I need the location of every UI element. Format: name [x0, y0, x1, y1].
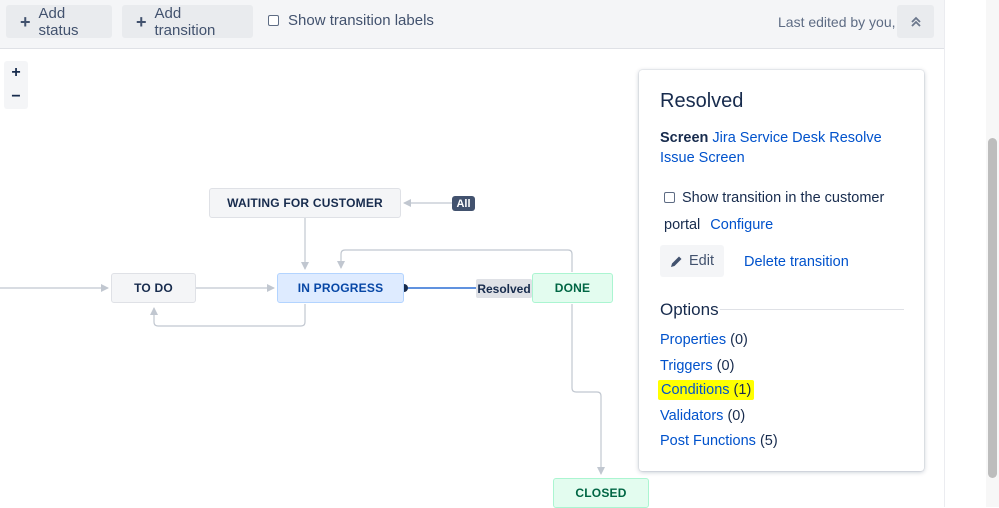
show-in-portal-label: Show transition in the customer portal	[664, 190, 885, 233]
option-count: (0)	[730, 332, 748, 348]
edit-button[interactable]: Edit	[660, 245, 724, 277]
options-heading: Options	[660, 300, 719, 319]
option-label: Conditions	[661, 382, 730, 398]
status-in-progress[interactable]: IN PROGRESS	[277, 273, 404, 303]
show-in-portal-checkbox[interactable]	[664, 192, 675, 203]
status-done[interactable]: DONE	[532, 273, 613, 303]
edit-label: Edit	[689, 253, 714, 269]
status-waiting-for-customer[interactable]: WAITING FOR CUSTOMER	[209, 188, 401, 218]
customer-portal-option: Show transition in the customer portal Co…	[664, 185, 909, 239]
option-conditions[interactable]: Conditions (1)	[658, 380, 755, 400]
inprogress-to-todo-line[interactable]	[150, 304, 306, 327]
done-to-inprogress-line[interactable]	[337, 249, 573, 272]
global-transition-badge[interactable]: All	[452, 196, 475, 211]
configure-link[interactable]: Configure	[710, 217, 773, 233]
option-label: Triggers	[660, 358, 713, 374]
option-post-functions[interactable]: Post Functions (5)	[660, 433, 778, 449]
option-label: Post Functions	[660, 433, 756, 449]
option-properties[interactable]: Properties (0)	[660, 332, 748, 348]
transition-label-resolved[interactable]: Resolved	[476, 279, 532, 298]
option-label: Validators	[660, 408, 724, 424]
options-divider	[720, 309, 904, 310]
option-count: (0)	[716, 358, 735, 374]
delete-transition-link[interactable]: Delete transition	[744, 254, 849, 270]
done-to-closed-line[interactable]	[571, 304, 605, 475]
screen-label: Screen	[660, 130, 709, 146]
option-triggers[interactable]: Triggers (0)	[660, 358, 734, 374]
option-label: Properties	[660, 332, 727, 348]
panel-title: Resolved	[660, 90, 744, 112]
option-count: (0)	[727, 408, 746, 424]
option-validators[interactable]: Validators (0)	[660, 408, 745, 424]
screen-info: Screen Jira Service Desk Resolve Issue S…	[660, 128, 910, 168]
status-closed[interactable]: CLOSED	[553, 478, 649, 508]
option-count: (5)	[759, 433, 778, 449]
pencil-icon	[671, 256, 682, 267]
option-count: (1)	[733, 382, 752, 398]
status-to-do[interactable]: TO DO	[111, 273, 196, 303]
transition-details-panel: Resolved Screen Jira Service Desk Resolv…	[639, 70, 924, 471]
